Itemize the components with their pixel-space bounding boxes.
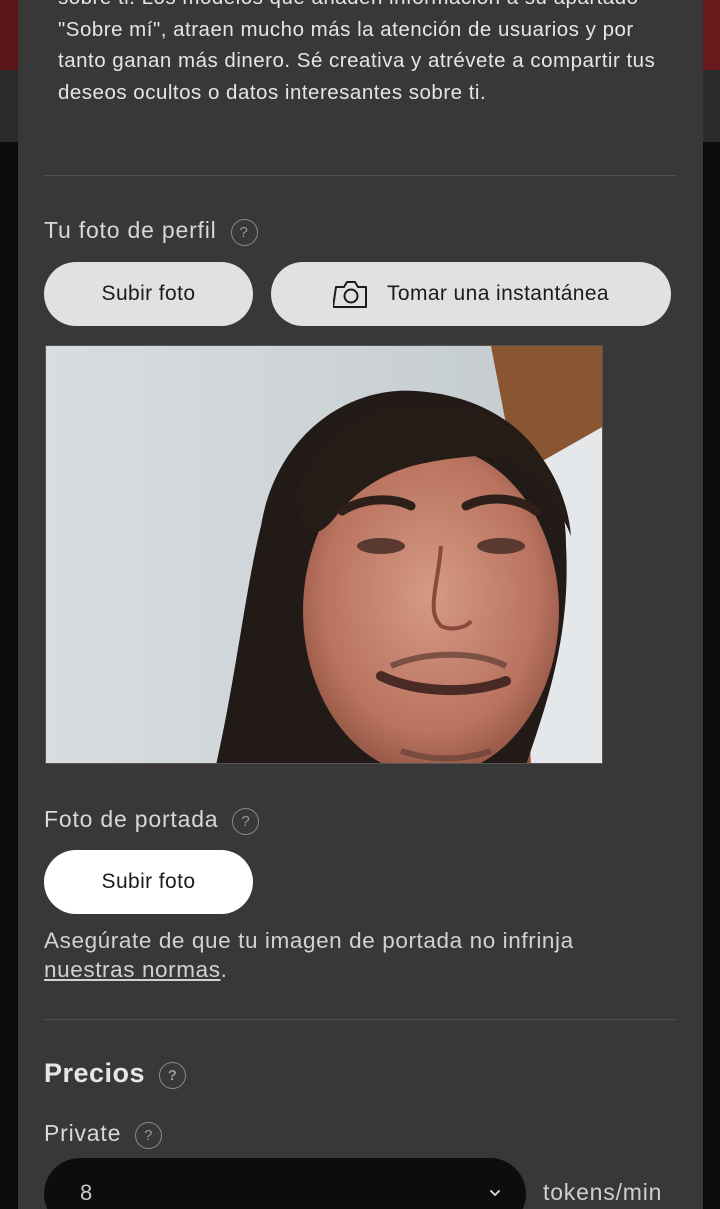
section-divider xyxy=(44,175,676,176)
profile-photo-heading: Tu foto de perfil ? xyxy=(44,215,258,246)
profile-photo-image xyxy=(46,346,602,763)
private-price-value: 8 xyxy=(80,1180,93,1205)
pricing-title: Precios xyxy=(44,1058,146,1088)
profile-photo-label: Tu foto de perfil xyxy=(44,217,217,243)
private-price-label: Private xyxy=(44,1120,122,1146)
rules-link[interactable]: nuestras normas xyxy=(44,957,221,982)
take-snapshot-label: Tomar una instantánea xyxy=(386,282,610,305)
help-icon[interactable]: ? xyxy=(232,808,260,835)
camera-icon xyxy=(332,281,367,308)
price-unit-label: tokens/min xyxy=(543,1179,663,1205)
cover-photo-label: Foto de portada xyxy=(44,806,219,832)
help-icon[interactable]: ? xyxy=(135,1122,163,1149)
chevron-down-icon xyxy=(490,1190,500,1196)
cover-notice-suffix: . xyxy=(220,957,228,982)
help-icon[interactable]: ? xyxy=(230,219,258,246)
upload-cover-photo-button[interactable]: Subir foto xyxy=(44,850,253,914)
upload-profile-photo-label: Subir foto xyxy=(101,282,196,305)
upload-profile-photo-button[interactable]: Subir foto xyxy=(44,262,253,326)
section-divider xyxy=(44,1019,676,1020)
upload-cover-photo-label: Subir foto xyxy=(101,870,196,893)
cover-photo-heading: Foto de portada ? xyxy=(44,804,260,835)
pricing-heading: Precios ? xyxy=(44,1058,187,1089)
help-icon[interactable]: ? xyxy=(159,1062,187,1089)
cover-notice-text: Asegúrate de que tu imagen de portada no… xyxy=(44,928,574,953)
cover-photo-notice: Asegúrate de que tu imagen de portada no… xyxy=(44,926,664,984)
profile-photo-preview xyxy=(45,345,603,764)
take-snapshot-button[interactable]: Tomar una instantánea xyxy=(271,262,671,326)
about-me-hint-text: sobre ti. Los modelos que añaden informa… xyxy=(58,0,656,104)
private-price-select[interactable]: 8 xyxy=(44,1158,526,1209)
profile-settings-modal: sobre ti. Los modelos que añaden informa… xyxy=(18,0,703,1209)
private-price-heading: Private ? xyxy=(44,1118,163,1149)
